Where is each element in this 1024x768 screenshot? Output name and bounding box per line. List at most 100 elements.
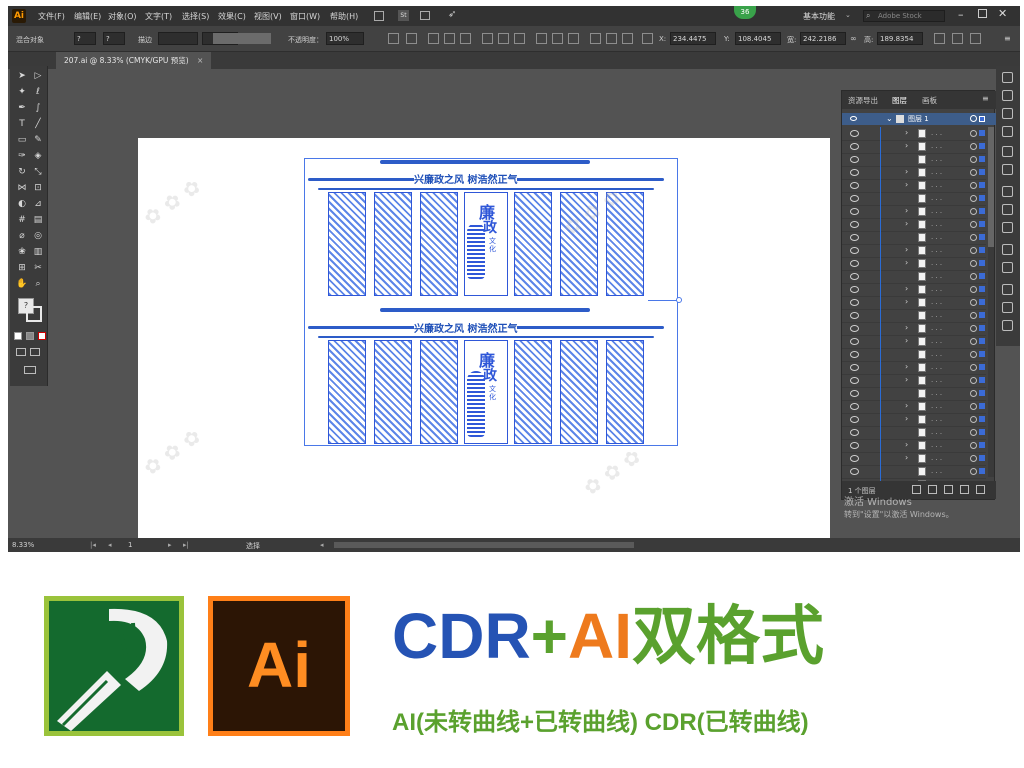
layer-sublayer-row[interactable]: › . . . [842,335,986,349]
layer-sublayer-row[interactable]: › . . . [842,205,986,219]
sublayer-expand-icon[interactable]: › [905,258,908,267]
locate-object-icon[interactable] [912,485,921,494]
reference-point-icon[interactable] [642,33,653,44]
sublayer-visibility-icon[interactable] [850,260,859,267]
document-tab[interactable]: 207.ai @ 8.33% (CMYK/GPU 预览) × [56,52,212,69]
brush-definition-field[interactable] [213,33,271,44]
swatches-icon[interactable] [1002,126,1013,137]
layer-sublayer-row[interactable]: › . . . [842,361,986,375]
layer-sublayer-row[interactable]: › . . . [842,257,986,271]
pen-icon[interactable]: ✒ [16,102,28,114]
workspace-chevron-icon[interactable]: ⌄ [845,11,851,19]
sublayer-expand-icon[interactable]: › [905,401,908,410]
rectangle-icon[interactable]: ▭ [16,134,28,146]
perspective-icon[interactable]: ⊿ [32,198,44,210]
stroke-color-swatch[interactable] [26,306,42,322]
gpu-performance-icon[interactable]: ➶ [448,9,456,20]
sublayer-target-icon[interactable] [970,325,977,332]
sublayer-target-icon[interactable] [970,260,977,267]
clipping-mask-icon[interactable] [928,485,937,494]
symbol-sprayer-icon[interactable]: ❀ [16,246,28,258]
tab-asset-export[interactable]: 资源导出 [848,95,878,106]
shaper-icon[interactable]: ✑ [16,150,28,162]
layer-sublayer-row[interactable]: . . . [842,426,986,440]
sublayer-expand-icon[interactable]: › [905,167,908,176]
sublayer-name[interactable]: . . . [931,350,942,358]
sublayer-name[interactable]: . . . [931,298,942,306]
sublayer-visibility-icon[interactable] [850,156,859,163]
prev-artboard-icon[interactable]: ◂ [108,541,112,549]
sublayer-visibility-icon[interactable] [850,416,859,423]
align-to-icon[interactable] [406,33,417,44]
sublayer-target-icon[interactable] [970,416,977,423]
layer-sublayer-row[interactable]: . . . [842,465,986,479]
align-middle-icon[interactable] [498,33,509,44]
layer-name[interactable]: 图层 1 [908,113,929,125]
sublayer-name[interactable]: . . . [931,207,942,215]
sublayer-target-icon[interactable] [970,143,977,150]
distribute-right-icon[interactable] [622,33,633,44]
opacity-field[interactable]: 100% [326,32,364,45]
scale-icon[interactable]: ⤡ [32,166,44,178]
sublayer-expand-icon[interactable]: › [905,440,908,449]
sublayer-target-icon[interactable] [970,390,977,397]
sublayer-visibility-icon[interactable] [850,273,859,280]
sublayer-name[interactable]: . . . [931,428,942,436]
sublayer-visibility-icon[interactable] [850,312,859,319]
sublayer-target-icon[interactable] [970,312,977,319]
new-sublayer-icon[interactable] [944,485,953,494]
sublayer-name[interactable]: . . . [931,415,942,423]
zoom-icon[interactable]: ⌕ [32,278,44,290]
screen-mode-icon[interactable] [30,348,40,356]
panel-menu-icon[interactable]: ≡ [1004,34,1011,43]
sublayer-expand-icon[interactable]: › [905,362,908,371]
menu-effect[interactable]: 效果(C) [218,11,246,22]
sublayer-expand-icon[interactable]: › [905,414,908,423]
delete-layer-icon[interactable] [976,485,985,494]
graphic-styles-icon[interactable] [1002,262,1013,273]
maximize-icon[interactable] [978,9,987,18]
sublayer-visibility-icon[interactable] [850,325,859,332]
draw-mode-icon[interactable] [16,348,26,356]
stroke-swatch[interactable]: ? [103,32,125,45]
slice-icon[interactable]: ✂ [32,262,44,274]
layer-sublayer-row[interactable]: . . . [842,192,986,206]
menu-type[interactable]: 文字(T) [145,11,172,22]
sublayer-target-icon[interactable] [970,208,977,215]
layer-sublayer-row[interactable]: › . . . [842,413,986,427]
align-top-icon[interactable] [482,33,493,44]
transparency-icon[interactable] [1002,222,1013,233]
menu-select[interactable]: 选择(S) [182,11,209,22]
curvature-icon[interactable]: ∫ [32,102,44,114]
sublayer-visibility-icon[interactable] [850,338,859,345]
rotate-icon[interactable]: ↻ [16,166,28,178]
layer-sublayer-row[interactable]: . . . [842,270,986,284]
sublayer-name[interactable]: . . . [931,402,942,410]
sublayer-target-icon[interactable] [970,338,977,345]
tab-layers[interactable]: 图层 [892,95,907,106]
eraser-icon[interactable]: ◈ [32,150,44,162]
minimize-icon[interactable]: – [958,8,964,21]
align-right-icon[interactable] [460,33,471,44]
sublayer-target-icon[interactable] [970,182,977,189]
color-panel-icon[interactable] [1002,72,1013,83]
sublayer-name[interactable]: . . . [931,376,942,384]
lasso-icon[interactable]: ℓ [32,86,44,98]
column-graph-icon[interactable]: ▥ [32,246,44,258]
artboard-number[interactable]: 1 [128,541,132,549]
sublayer-name[interactable]: . . . [931,142,942,150]
layer-sublayer-row[interactable]: › . . . [842,127,986,141]
sublayer-target-icon[interactable] [970,169,977,176]
sublayer-expand-icon[interactable]: › [905,284,908,293]
brushes-icon[interactable] [1002,146,1013,157]
sublayer-expand-icon[interactable]: › [905,323,908,332]
layer-target-icon[interactable] [970,115,977,122]
sublayer-target-icon[interactable] [970,351,977,358]
tab-artboards[interactable]: 画板 [922,95,937,106]
stock-button[interactable]: St [398,10,409,21]
layer-sublayer-row[interactable]: › . . . [842,244,986,258]
sublayer-name[interactable]: . . . [931,454,942,462]
sublayer-visibility-icon[interactable] [850,221,859,228]
distribute-left-icon[interactable] [590,33,601,44]
layer-sublayer-row[interactable]: › . . . [842,140,986,154]
